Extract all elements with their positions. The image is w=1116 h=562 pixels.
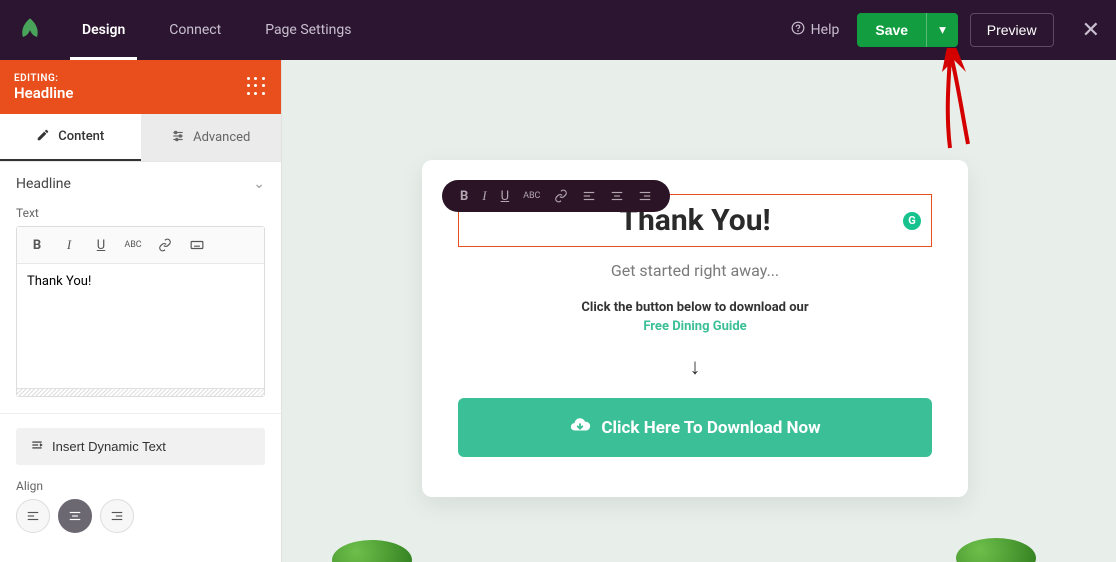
insert-dynamic-text-button[interactable]: Insert Dynamic Text (16, 428, 265, 465)
align-right-icon[interactable] (638, 189, 652, 203)
link-icon[interactable] (153, 233, 177, 257)
help-icon (791, 21, 805, 39)
decorative-leaf-icon (332, 540, 412, 562)
nav-label: Page Settings (265, 22, 351, 38)
align-center-button[interactable] (58, 499, 92, 533)
align-buttons (0, 499, 281, 545)
canvas[interactable]: B I U ABC Thank You! G Get started right… (282, 60, 1116, 562)
button-label: Insert Dynamic Text (52, 439, 166, 454)
close-icon: ✕ (1082, 18, 1100, 43)
editing-label: EDITING: (14, 73, 73, 84)
text-field-group: Text B I U ABC (0, 206, 281, 413)
headline-text-input[interactable] (17, 264, 264, 384)
help-label: Help (811, 22, 840, 38)
tab-content[interactable]: Content (0, 114, 141, 161)
caret-down-icon: ▾ (939, 22, 946, 37)
italic-icon[interactable]: I (482, 188, 486, 204)
sidebar-tabs: Content Advanced (0, 114, 281, 162)
dynamic-text-icon (30, 438, 44, 455)
editing-title: Headline (14, 84, 73, 102)
align-right-button[interactable] (100, 499, 134, 533)
align-left-button[interactable] (16, 499, 50, 533)
underline-icon[interactable]: U (501, 189, 509, 204)
nav-connect[interactable]: Connect (147, 0, 243, 60)
primary-nav: Design Connect Page Settings (60, 0, 373, 60)
arrow-down-icon: ↓ (458, 354, 932, 380)
section-title: Headline (16, 176, 71, 192)
chevron-down-icon: ⌄ (253, 176, 265, 192)
strikethrough-icon[interactable]: ABC (523, 191, 540, 201)
bold-icon[interactable]: B (25, 233, 49, 257)
align-left-icon[interactable] (582, 189, 596, 203)
body-line-2[interactable]: Free Dining Guide (458, 319, 932, 334)
body-line-1[interactable]: Click the button below to download our (458, 300, 932, 315)
cloud-download-icon (569, 414, 591, 441)
floating-text-toolbar: B I U ABC (442, 180, 670, 212)
headline-section: Headline ⌄ Text B I U ABC (0, 162, 281, 414)
preview-button[interactable]: Preview (970, 13, 1054, 47)
bold-icon[interactable]: B (460, 189, 468, 204)
save-dropdown-caret[interactable]: ▾ (926, 13, 958, 47)
tab-advanced[interactable]: Advanced (141, 114, 282, 161)
pencil-icon (36, 128, 50, 146)
sliders-icon (171, 129, 185, 147)
link-icon[interactable] (554, 189, 568, 203)
wysiwyg-editor: B I U ABC (16, 226, 265, 397)
top-bar: Design Connect Page Settings Help Save ▾… (0, 0, 1116, 60)
underline-icon[interactable]: U (89, 233, 113, 257)
nav-page-settings[interactable]: Page Settings (243, 0, 373, 60)
section-toggle[interactable]: Headline ⌄ (0, 162, 281, 206)
subheadline[interactable]: Get started right away... (458, 261, 932, 280)
tab-label: Advanced (193, 130, 250, 145)
tab-label: Content (58, 129, 104, 144)
drag-handle-icon[interactable] (247, 77, 267, 97)
help-link[interactable]: Help (791, 21, 840, 39)
wysiwyg-toolbar: B I U ABC (17, 227, 264, 264)
strikethrough-icon[interactable]: ABC (121, 233, 145, 257)
grammarly-icon[interactable]: G (903, 212, 921, 230)
decorative-leaf-icon (956, 538, 1036, 562)
keyboard-icon[interactable] (185, 233, 209, 257)
align-label: Align (0, 479, 281, 499)
align-center-icon[interactable] (610, 189, 624, 203)
text-field-label: Text (16, 206, 265, 220)
app-logo-icon (0, 0, 60, 60)
resize-handle[interactable] (17, 388, 264, 396)
cta-label: Click Here To Download Now (601, 418, 820, 438)
editing-header: EDITING: Headline (0, 60, 281, 114)
save-button-group: Save ▾ (857, 13, 957, 47)
nav-label: Connect (169, 22, 221, 38)
nav-design[interactable]: Design (60, 0, 147, 60)
close-button[interactable]: ✕ (1066, 18, 1116, 43)
save-button[interactable]: Save (857, 13, 926, 47)
italic-icon[interactable]: I (57, 233, 81, 257)
nav-label: Design (82, 22, 125, 38)
cta-button[interactable]: Click Here To Download Now (458, 398, 932, 457)
sidebar: EDITING: Headline Content Advanced Headl… (0, 60, 282, 562)
